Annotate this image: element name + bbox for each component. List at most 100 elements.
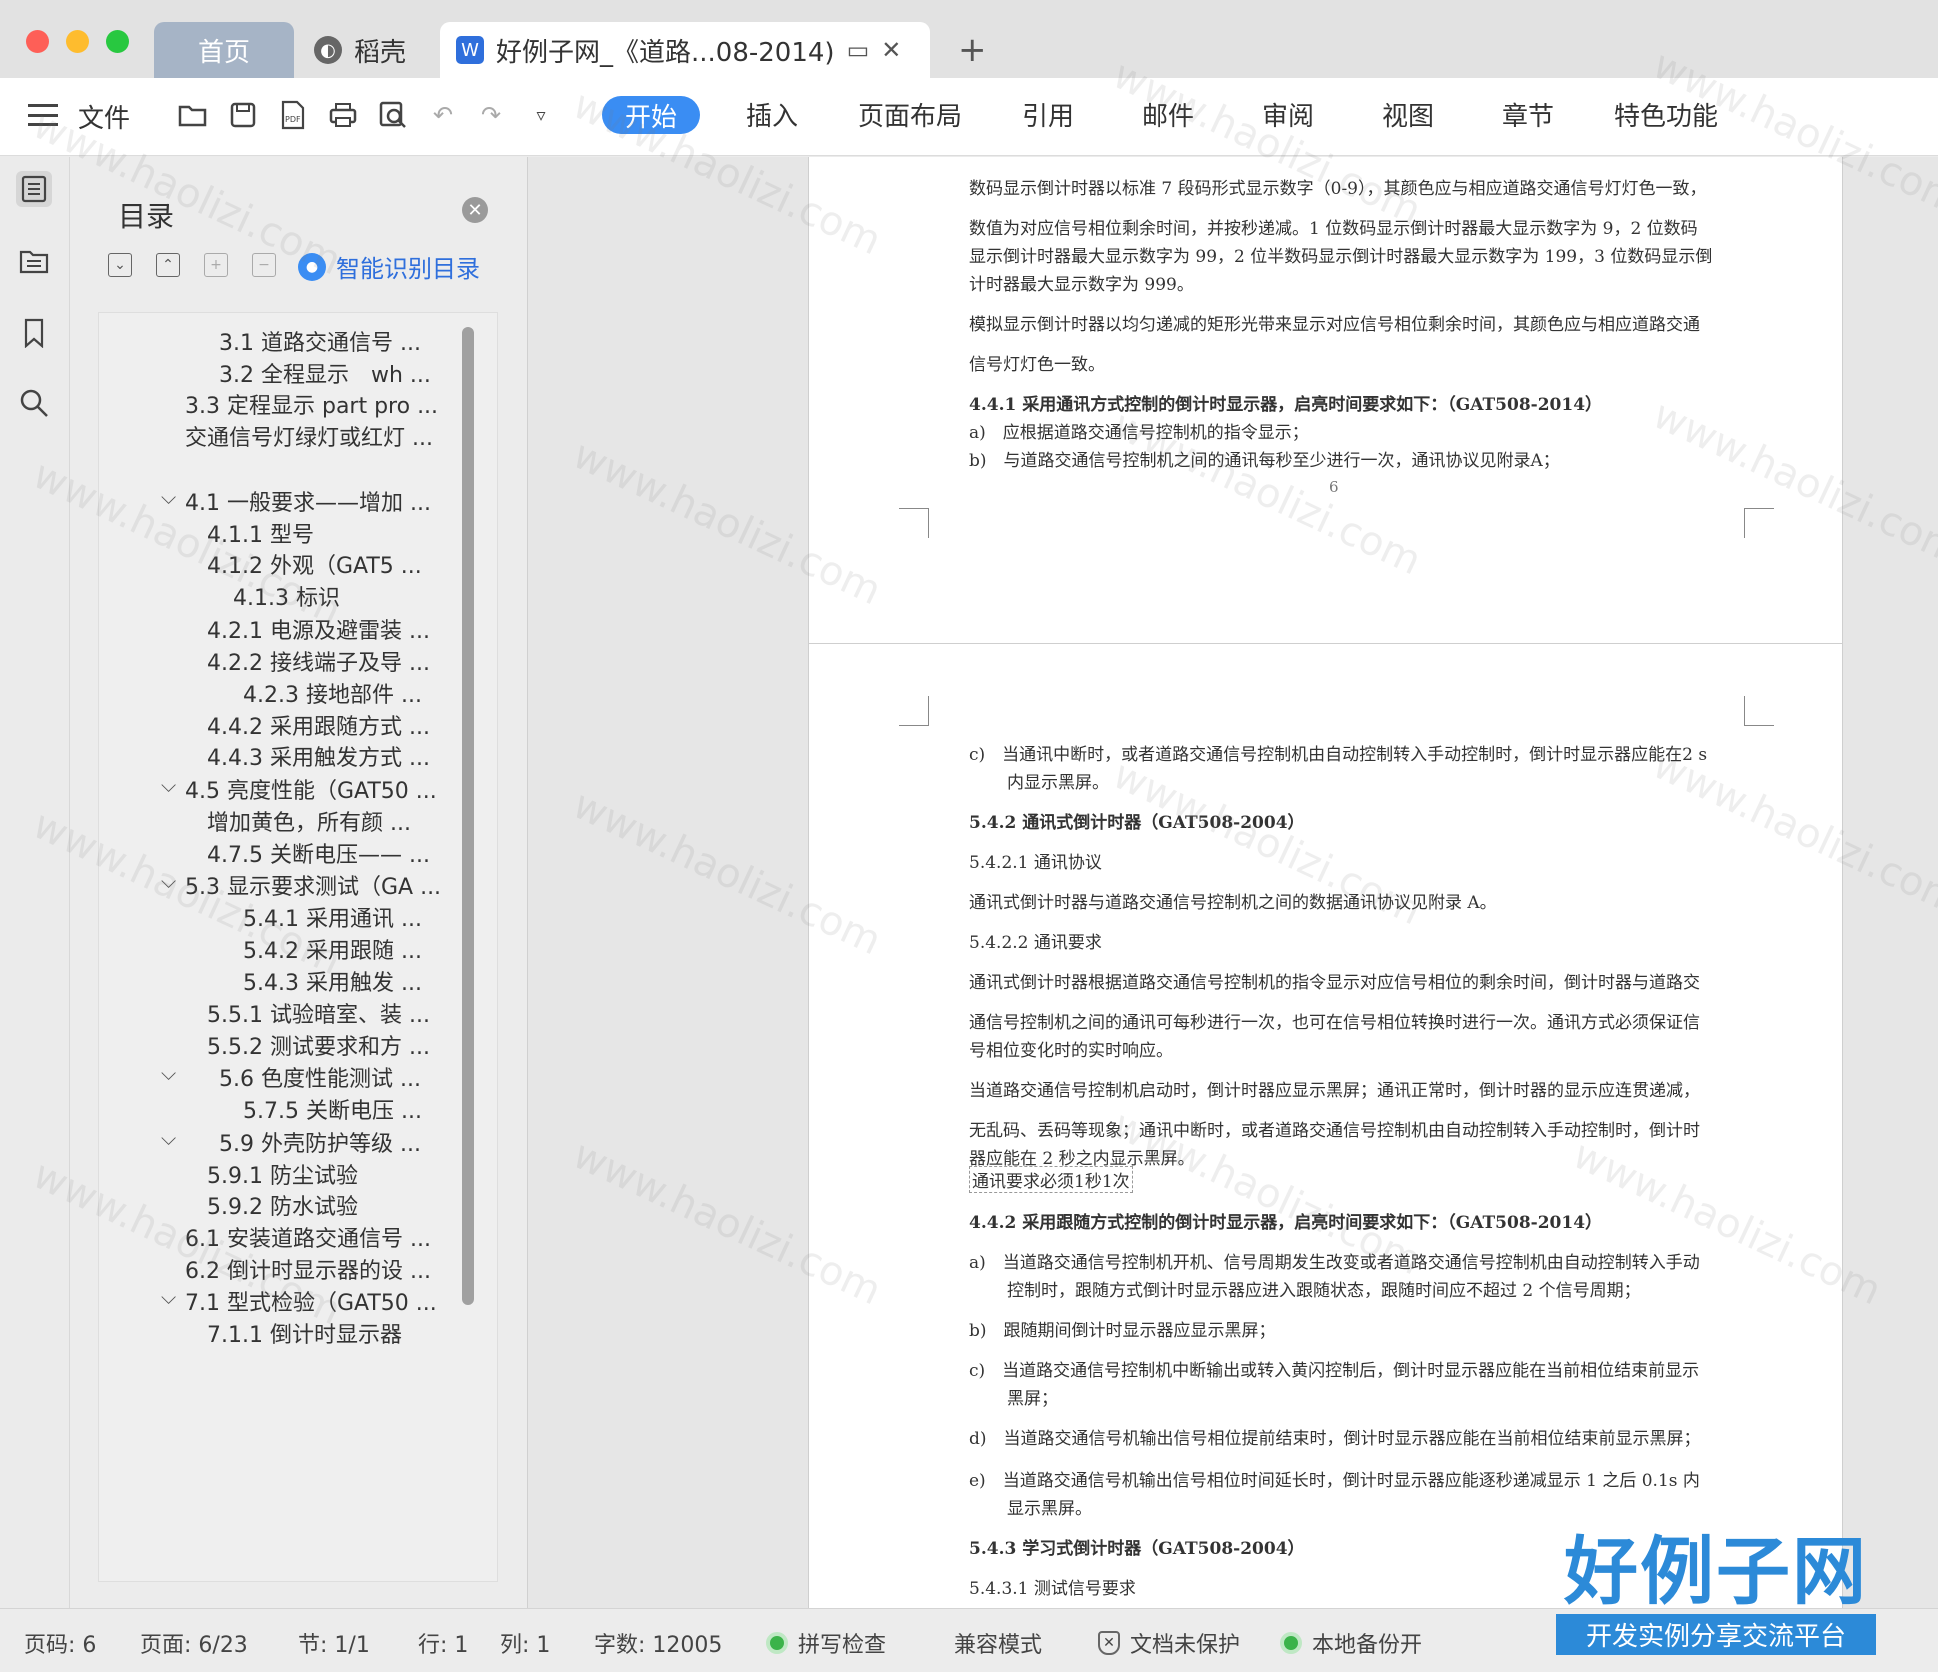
watermark-logo-subtitle: 开发实例分享交流平台: [1556, 1614, 1876, 1655]
toc-item[interactable]: 5.5.2 测试要求和方 ...: [207, 1029, 430, 1061]
toc-item[interactable]: 5.4.3 采用触发 ...: [243, 965, 422, 997]
toc-item[interactable]: 5.7.5 关断电压 ...: [243, 1093, 422, 1125]
toc-item[interactable]: 4.2.2 接线端子及导 ...: [207, 645, 430, 677]
status-word-count[interactable]: 字数: 12005: [594, 1627, 722, 1659]
tab-home[interactable]: 首页: [154, 22, 294, 78]
toc-item[interactable]: 4.2.3 接地部件 ...: [243, 677, 422, 709]
chevron-down-icon[interactable]: ⌵: [161, 773, 176, 797]
save-icon[interactable]: [228, 100, 258, 130]
bookmark-icon[interactable]: [16, 315, 52, 351]
list-item: b) 与道路交通信号控制机之间的通讯每秒至少进行一次，通讯协议见附录A；: [969, 451, 1560, 471]
toc-item[interactable]: 4.1.2 外观（GAT5 ...: [207, 548, 422, 580]
page-number: 6: [1329, 478, 1339, 496]
more-dropdown-icon[interactable]: ▿: [526, 100, 556, 130]
hamburger-menu-icon[interactable]: [28, 104, 58, 126]
tab-special-features[interactable]: 特色功能: [1614, 96, 1718, 133]
toc-item[interactable]: 6.1 安装道路交通信号 ...: [185, 1221, 431, 1253]
paragraph-line: 数值为对应信号相位剩余时间，并按秒递减。1 位数码显示倒计时器最大显示数字为 9…: [969, 219, 1698, 239]
toc-panel: 目录 ✕ ⌄ ⌃ + − ● 智能识别目录 3.1 道路交通信号 ... 3.2…: [70, 157, 528, 1608]
toc-item[interactable]: 5.6 色度性能测试 ...: [219, 1061, 421, 1093]
print-preview-icon[interactable]: [378, 100, 408, 130]
collapse-all-icon[interactable]: ⌄: [108, 253, 132, 277]
compat-mode-label[interactable]: 兼容模式: [954, 1627, 1042, 1659]
tab-document[interactable]: W 好例子网_《道路...08-2014) ▭ ✕: [440, 22, 930, 78]
minimize-window-button[interactable]: [66, 30, 89, 53]
toc-item[interactable]: 5.9.1 防尘试验: [207, 1158, 358, 1190]
document-area[interactable]: 数码显示倒计时器以标准 7 段码形式显示数字（0-9），其颜色应与相应道路交通信…: [528, 157, 1938, 1608]
close-toc-icon[interactable]: ✕: [462, 197, 488, 223]
status-section[interactable]: 节: 1/1: [298, 1627, 370, 1659]
toc-item[interactable]: 4.1 一般要求——增加 ...: [185, 485, 431, 517]
local-backup-button[interactable]: 本地备份开: [1280, 1627, 1422, 1659]
doc-protection-button[interactable]: ✕ 文档未保护: [1098, 1627, 1240, 1659]
close-window-button[interactable]: [26, 30, 49, 53]
tab-page-layout[interactable]: 页面布局: [858, 96, 962, 133]
svg-text:PDF: PDF: [285, 115, 301, 124]
status-page[interactable]: 页面: 6/23: [140, 1627, 248, 1659]
maximize-window-button[interactable]: [106, 30, 129, 53]
section-heading: 4.4.2 采用跟随方式控制的倒计时显示器，启亮时间要求如下：（GAT508-2…: [969, 1213, 1603, 1233]
new-tab-button[interactable]: +: [958, 30, 987, 70]
add-heading-icon[interactable]: +: [204, 253, 228, 277]
print-icon[interactable]: [328, 100, 358, 130]
document-page[interactable]: c) 当通讯中断时，或者道路交通信号控制机由自动控制转入手动控制时，倒计时显示器…: [808, 643, 1843, 1608]
redo-icon[interactable]: ↷: [476, 100, 506, 130]
tab-review[interactable]: 审阅: [1262, 96, 1314, 133]
toc-item[interactable]: 5.4.2 采用跟随 ...: [243, 933, 422, 965]
undo-icon[interactable]: ↶: [428, 100, 458, 130]
toc-item[interactable]: 6.2 倒计时显示器的设 ...: [185, 1253, 431, 1285]
chevron-down-icon[interactable]: ⌵: [161, 485, 176, 509]
export-pdf-icon[interactable]: PDF: [278, 100, 308, 130]
open-folder-icon[interactable]: [178, 100, 208, 130]
chevron-down-icon[interactable]: ⌵: [161, 1285, 176, 1309]
search-icon[interactable]: [16, 385, 52, 421]
toc-item[interactable]: 交通信号灯绿灯或红灯 ...: [185, 420, 433, 452]
list-item: 控制时，跟随方式倒计时显示器应进入跟随状态，跟随时间应不超过 2 个信号周期；: [1007, 1281, 1641, 1301]
navigation-pane-icon[interactable]: [16, 243, 52, 279]
toc-item[interactable]: 3.3 定程显示 part pro ...: [185, 388, 438, 420]
smart-toc-button[interactable]: ● 智能识别目录: [298, 249, 480, 284]
monitor-icon[interactable]: ▭: [847, 36, 870, 64]
toc-item[interactable]: 3.2 全程显示 wh ...: [219, 357, 431, 389]
tab-chapter[interactable]: 章节: [1502, 96, 1554, 133]
toc-item[interactable]: 4.7.5 关断电压—— ...: [207, 837, 430, 869]
status-row[interactable]: 行: 1: [418, 1627, 468, 1659]
toc-item[interactable]: 5.4.1 采用通讯 ...: [243, 901, 422, 933]
file-menu[interactable]: 文件: [78, 98, 130, 135]
status-col[interactable]: 列: 1: [500, 1627, 550, 1659]
inserted-comment-text[interactable]: 通讯要求必须1秒1次: [969, 1166, 1133, 1193]
tab-view[interactable]: 视图: [1382, 96, 1434, 133]
chevron-down-icon[interactable]: ⌵: [161, 1061, 176, 1085]
toc-item[interactable]: 4.4.3 采用触发方式 ...: [207, 740, 430, 772]
remove-heading-icon[interactable]: −: [252, 253, 276, 277]
toc-item[interactable]: 4.1.1 型号: [207, 517, 314, 549]
tab-mailings[interactable]: 邮件: [1142, 96, 1194, 133]
toc-item[interactable]: 4.1.3 标识: [233, 580, 340, 612]
subsection-heading: 5.4.3.1 测试信号要求: [969, 1579, 1136, 1599]
tab-start[interactable]: 开始: [602, 96, 700, 134]
toc-item[interactable]: 5.3 显示要求测试（GA ...: [185, 869, 441, 901]
toc-scrollbar[interactable]: [462, 327, 474, 1305]
toc-item[interactable]: 增加黄色，所有颜 ...: [207, 805, 411, 837]
toc-item[interactable]: 5.9 外壳防护等级 ...: [219, 1126, 421, 1158]
toc-panel-icon[interactable]: [16, 171, 52, 207]
chevron-down-icon[interactable]: ⌵: [161, 1126, 176, 1150]
toc-item[interactable]: 7.1.1 倒计时显示器: [207, 1317, 402, 1349]
toc-item[interactable]: 4.5 亮度性能（GAT50 ...: [185, 773, 437, 805]
toc-item[interactable]: 3.1 道路交通信号 ...: [219, 325, 421, 357]
toc-item[interactable]: 5.5.1 试验暗室、装 ...: [207, 997, 430, 1029]
paragraph-line: 无乱码、丢码等现象；通讯中断时，或者道路交通信号控制机由自动控制转入手动控制时，…: [969, 1121, 1700, 1141]
toc-item[interactable]: 5.9.2 防水试验: [207, 1189, 358, 1221]
expand-all-icon[interactable]: ⌃: [156, 253, 180, 277]
status-page-code[interactable]: 页码: 6: [24, 1627, 96, 1659]
toc-item[interactable]: 4.2.1 电源及避雷装 ...: [207, 613, 430, 645]
close-tab-icon[interactable]: ✕: [881, 36, 901, 64]
chevron-down-icon[interactable]: ⌵: [161, 869, 176, 893]
list-item: a) 应根据道路交通信号控制机的指令显示；: [969, 423, 1309, 443]
toc-item[interactable]: 4.4.2 采用跟随方式 ...: [207, 709, 430, 741]
tab-references[interactable]: 引用: [1022, 96, 1074, 133]
toc-item[interactable]: 7.1 型式检验（GAT50 ...: [185, 1285, 437, 1317]
spell-check-button[interactable]: 拼写检查: [766, 1627, 886, 1659]
tab-insert[interactable]: 插入: [746, 96, 798, 133]
tab-docer[interactable]: ◐ 稻壳: [304, 22, 434, 78]
